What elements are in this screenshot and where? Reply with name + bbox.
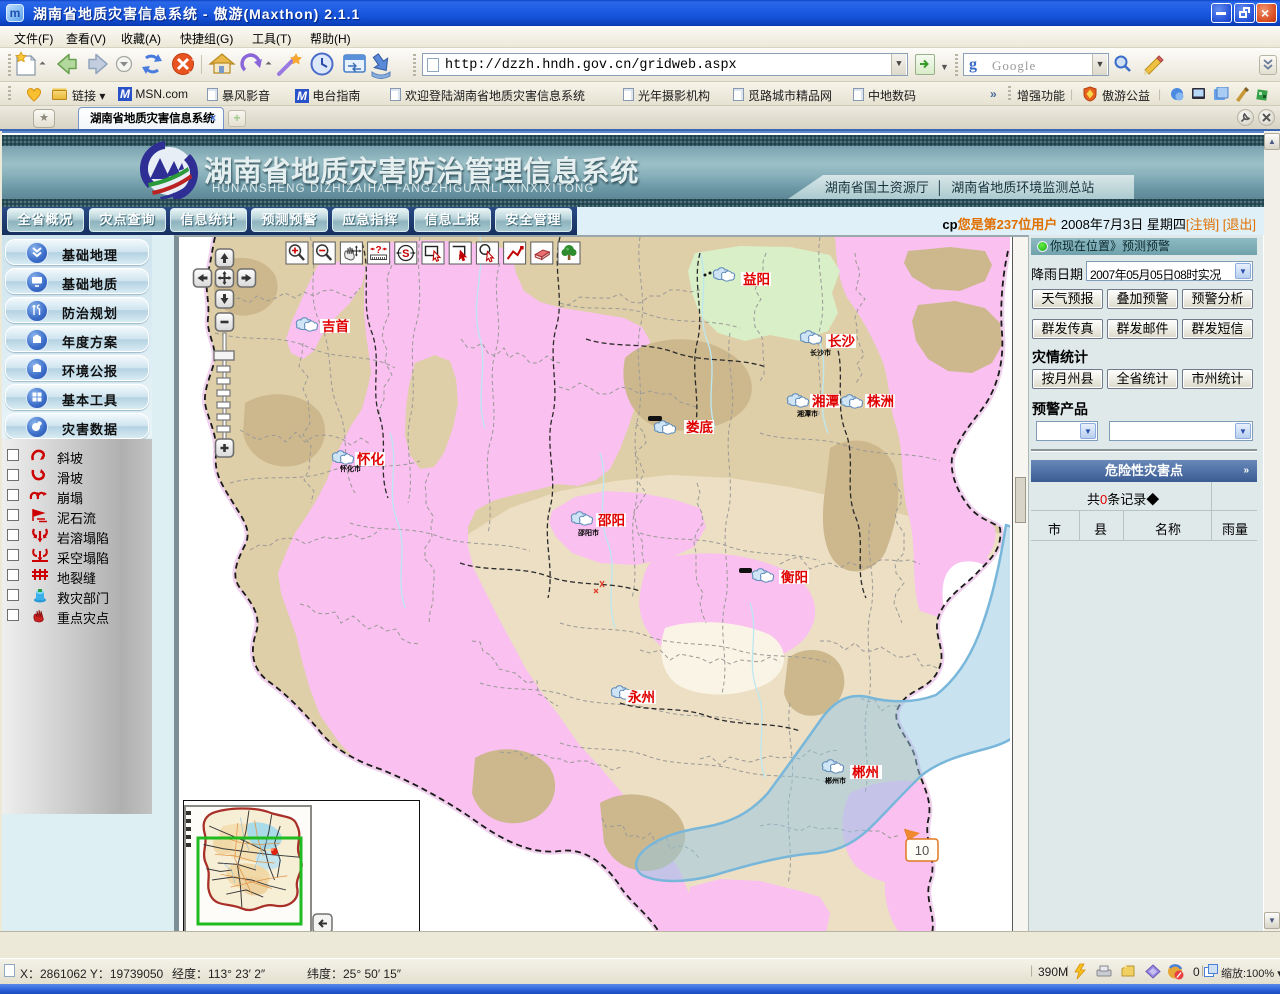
svg-text:S: S bbox=[402, 248, 409, 260]
svg-text:邵阳: 邵阳 bbox=[597, 513, 625, 528]
svg-text:吉首: 吉首 bbox=[322, 318, 349, 334]
svg-text:怀化: 怀化 bbox=[357, 451, 384, 467]
svg-text:永州: 永州 bbox=[628, 689, 655, 705]
svg-text:怀化市: 怀化市 bbox=[339, 464, 361, 473]
svg-text:10: 10 bbox=[915, 843, 929, 858]
svg-text:株洲: 株洲 bbox=[867, 393, 894, 409]
svg-text:长沙: 长沙 bbox=[828, 333, 856, 349]
svg-text:益阳: 益阳 bbox=[743, 271, 770, 287]
svg-text:?: ? bbox=[376, 245, 382, 256]
svg-text:长沙市: 长沙市 bbox=[810, 348, 831, 357]
svg-text:邵阳市: 邵阳市 bbox=[577, 528, 599, 537]
svg-text:郴州市: 郴州市 bbox=[825, 776, 846, 785]
svg-text:娄底: 娄底 bbox=[686, 419, 714, 435]
svg-text:郴州: 郴州 bbox=[852, 764, 879, 780]
svg-text:湘潭: 湘潭 bbox=[812, 393, 840, 409]
svg-text:湘潭市: 湘潭市 bbox=[797, 409, 818, 418]
svg-text:衡阳: 衡阳 bbox=[781, 569, 808, 585]
